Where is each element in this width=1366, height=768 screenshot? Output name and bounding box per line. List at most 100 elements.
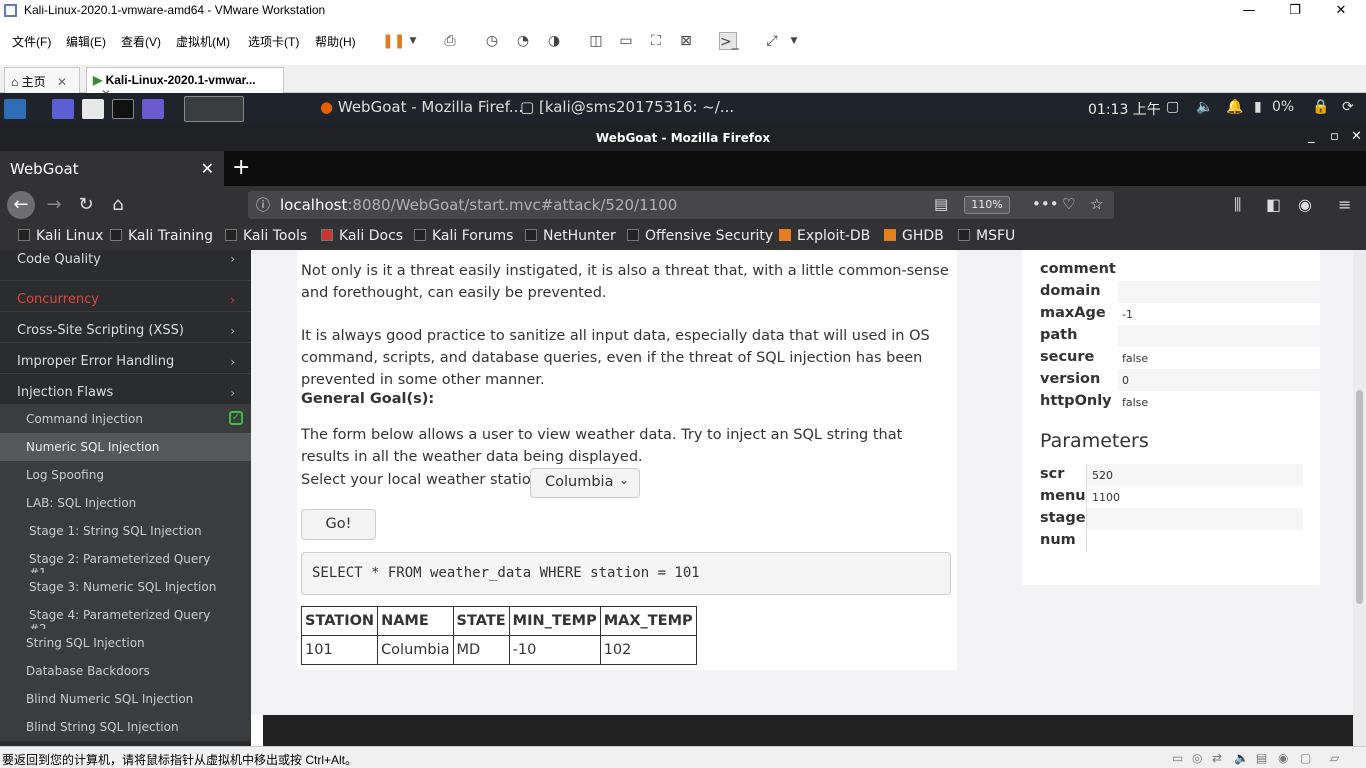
info-icon[interactable]: ⓘ [256, 195, 270, 215]
go-button[interactable]: Go! [301, 509, 376, 540]
pause-dropdown-icon[interactable]: ▼ [404, 32, 422, 50]
account-icon[interactable]: ◉ [1298, 195, 1312, 214]
bookmark-offensive-security[interactable]: Offensive Security [627, 228, 773, 244]
menu-vm[interactable]: 虚拟机(M) [176, 33, 230, 50]
pause-icon[interactable]: ❚❚ [382, 32, 405, 50]
clock[interactable]: 01:13 上午 [1088, 99, 1161, 119]
sidebar-item-string-sql-injection[interactable]: String SQL Injection [0, 629, 251, 657]
volume-icon[interactable]: 🔈 [1196, 99, 1213, 115]
hdd-icon[interactable]: ▭ [1172, 751, 1183, 765]
snapshot-manager-icon[interactable]: ◑ [545, 32, 563, 50]
power-icon[interactable]: ⟳ [1342, 99, 1354, 115]
bookmark-exploit-db[interactable]: Exploit-DB [779, 228, 870, 244]
sidebar-item-log-spoofing[interactable]: Log Spoofing [0, 461, 251, 489]
tab-kali-vm[interactable]: ▶ Kali-Linux-2020.1-vmwar... ✕ [86, 67, 284, 101]
send-keys-icon[interactable]: ⎙ [441, 32, 459, 50]
revert-snapshot-icon[interactable]: ◔ [514, 32, 532, 50]
display-icon[interactable]: ▢ [1166, 99, 1179, 115]
snapshot-icon[interactable]: ◷ [483, 32, 501, 50]
printer-icon[interactable]: ◉ [1278, 751, 1288, 765]
files-icon[interactable] [82, 99, 104, 119]
task-terminal[interactable]: ▢ [kali@sms20175316: ~/... [520, 98, 734, 116]
forward-button[interactable]: → [40, 191, 68, 219]
bookmark-kali-tools[interactable]: Kali Tools [225, 228, 307, 244]
firefox-launcher-icon[interactable] [184, 96, 244, 122]
tab-webgoat[interactable]: WebGoat ✕ [0, 151, 224, 186]
sidebar-category-concurrency[interactable]: Concurrency › [0, 281, 251, 312]
sidebar-category-code-quality[interactable]: Code Quality › [0, 250, 251, 281]
kali-menu-icon[interactable] [4, 99, 26, 119]
page-actions-icon[interactable]: ••• [1032, 195, 1059, 213]
tab-home[interactable]: ⌂ 主页 ✕ [4, 67, 80, 93]
ff-maximize-button[interactable]: ▫ [1330, 129, 1339, 144]
page-scrollbar[interactable] [1353, 250, 1366, 746]
notification-icon[interactable]: 🔔 [1226, 99, 1243, 115]
bookmark-kali-docs[interactable]: Kali Docs [321, 228, 403, 244]
sidebar-item-stage-2[interactable]: Stage 2: Parameterized Query #1 [0, 545, 251, 580]
ff-close-button[interactable]: ✕ [1351, 129, 1362, 144]
bookmark-kali-linux[interactable]: Kali Linux [18, 228, 103, 244]
sidebar-item-stage-1[interactable]: Stage 1: String SQL Injection [0, 517, 251, 545]
sidebar-item-stage-4[interactable]: Stage 4: Parameterized Query #2 [0, 601, 251, 636]
menu-file[interactable]: 文件(F) [12, 33, 51, 50]
sound-icon[interactable]: 🔈 [1234, 751, 1249, 765]
pocket-icon[interactable]: ♡ [1062, 195, 1075, 213]
menu-edit[interactable]: 编辑(E) [66, 33, 106, 50]
restore-button[interactable]: ❐ [1272, 0, 1318, 22]
station-select[interactable]: Columbia ⌄ [530, 468, 640, 498]
sidebar-category-error-handling[interactable]: Improper Error Handling › [0, 343, 251, 374]
sidebar-item-blind-string-sql[interactable]: Blind String SQL Injection [0, 713, 251, 741]
network-icon[interactable]: ⇄ [1212, 751, 1222, 765]
cd-icon[interactable]: ◎ [1192, 751, 1202, 765]
back-button[interactable]: ← [7, 191, 35, 219]
menu-view[interactable]: 查看(V) [121, 33, 161, 50]
sidebar-item-database-backdoors[interactable]: Database Backdoors [0, 657, 251, 685]
sidebar-item-command-injection[interactable]: Command Injection ✓ [0, 405, 251, 433]
fullscreen-icon[interactable]: ⛶ [647, 32, 665, 50]
menu-help[interactable]: 帮助(H) [315, 33, 356, 50]
screenshot-icon[interactable] [142, 99, 164, 119]
library-icon[interactable]: ⫼ [1234, 195, 1241, 215]
stretch-icon[interactable]: ⤢ [763, 32, 781, 50]
close-icon[interactable]: ✕ [57, 75, 67, 89]
sidebars-icon[interactable]: ◧ [1266, 195, 1281, 214]
close-button[interactable]: ✕ [1318, 0, 1364, 22]
bookmark-ghdb[interactable]: GHDB [884, 228, 944, 244]
reader-view-icon[interactable]: ▤ [934, 195, 948, 213]
unity-icon[interactable]: ⊠ [677, 32, 695, 50]
desktop-icon[interactable] [52, 99, 74, 119]
message-icon[interactable]: ▱ [1330, 751, 1339, 765]
reload-button[interactable]: ↻ [72, 191, 100, 219]
bookmark-star-icon[interactable]: ☆ [1090, 195, 1103, 213]
sidebar-item-numeric-sql-injection[interactable]: Numeric SQL Injection [0, 433, 251, 461]
usb-icon[interactable]: ▤ [1256, 751, 1267, 765]
terminal-icon[interactable] [112, 99, 134, 119]
lock-icon[interactable]: 🔒 [1312, 99, 1329, 115]
minimize-button[interactable]: — [1226, 0, 1272, 22]
ff-minimize-button[interactable]: _ [1308, 129, 1315, 144]
task-firefox[interactable]: ● WebGoat - Mozilla Firef... [320, 98, 523, 116]
close-icon[interactable]: ✕ [201, 159, 214, 178]
sidebar-item-stage-3[interactable]: Stage 3: Numeric SQL Injection [0, 573, 251, 601]
url-bar[interactable]: ⓘ localhost:8080/WebGoat/start.mvc#attac… [248, 191, 1114, 219]
sidebar-category-injection-flaws[interactable]: Injection Flaws › [0, 374, 251, 405]
hamburger-menu-icon[interactable]: ≡ [1338, 195, 1351, 214]
home-button[interactable]: ⌂ [104, 191, 132, 219]
bookmark-kali-forums[interactable]: Kali Forums [414, 228, 513, 244]
sidebar-item-blind-numeric-sql[interactable]: Blind Numeric SQL Injection [0, 685, 251, 713]
new-tab-button[interactable]: + [232, 155, 250, 180]
battery-icon[interactable]: ▮ [1254, 99, 1262, 115]
display-device-icon[interactable]: ▢ [1300, 751, 1311, 765]
bookmark-nethunter[interactable]: NetHunter [525, 228, 616, 244]
sidebar-category-xss[interactable]: Cross-Site Scripting (XSS) › [0, 312, 251, 343]
stretch-dropdown-icon[interactable]: ▼ [785, 32, 803, 50]
scrollbar-thumb[interactable] [1356, 390, 1363, 604]
zoom-indicator[interactable]: 110% [964, 196, 1010, 214]
sidebar-toggle-icon[interactable]: ◫ [587, 32, 605, 50]
bookmark-kali-training[interactable]: Kali Training [110, 228, 213, 244]
menu-tabs[interactable]: 选项卡(T) [248, 33, 299, 50]
thumbnail-icon[interactable]: ▭ [617, 32, 635, 50]
bookmark-msfu[interactable]: MSFU [958, 228, 1015, 244]
console-view-icon[interactable]: >_ [719, 32, 739, 50]
sidebar-item-lab-sql-injection[interactable]: LAB: SQL Injection [0, 489, 251, 517]
